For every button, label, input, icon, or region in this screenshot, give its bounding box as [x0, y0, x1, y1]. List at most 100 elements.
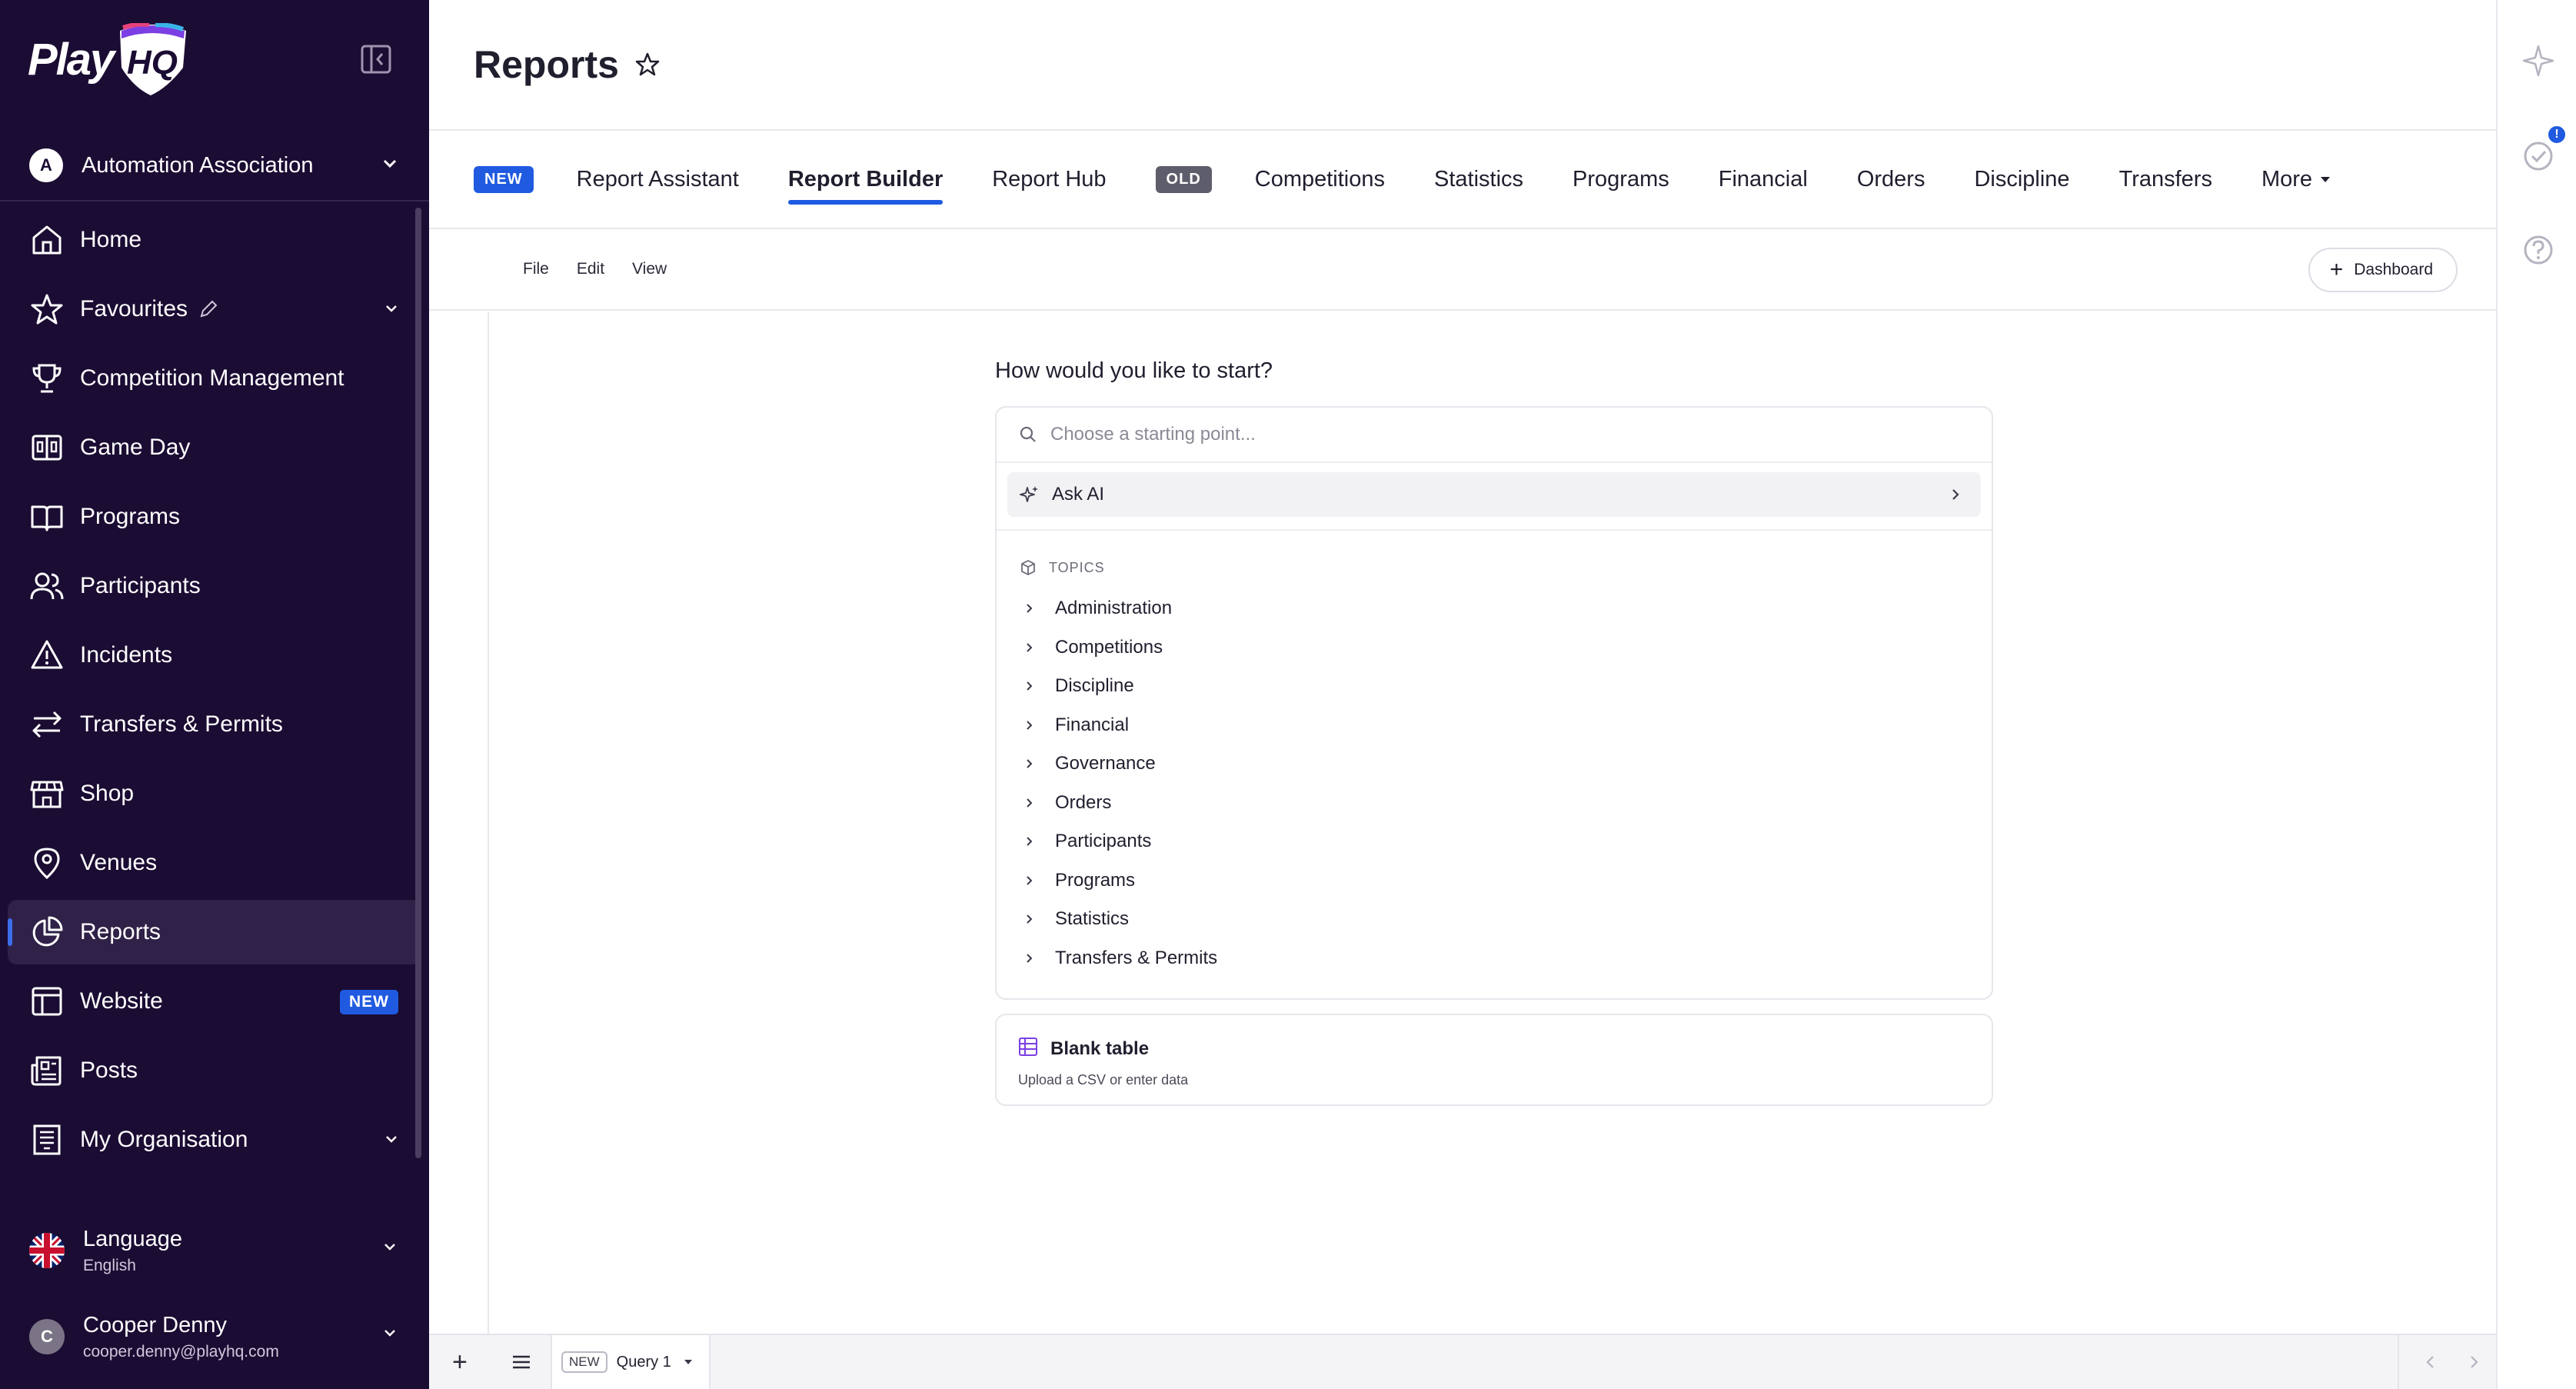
sidebar-item-label: Posts [80, 1058, 138, 1083]
tab-scroll-controls [2398, 1335, 2496, 1389]
avatar: C [29, 1319, 65, 1354]
view-menu[interactable]: View [632, 260, 667, 278]
tab-report-builder[interactable]: Report Builder [787, 159, 944, 205]
building-icon [33, 1124, 61, 1155]
add-query-icon[interactable]: + [452, 1349, 468, 1375]
starting-point-panel: Ask AI TOPICS Administration Competition… [995, 406, 1993, 1000]
chevron-down-icon [384, 1244, 395, 1251]
search-input[interactable] [1050, 424, 1896, 445]
chevron-right-icon [1027, 954, 1033, 963]
chevron-right-icon[interactable] [2465, 1354, 2482, 1371]
sidebar-item-label: Transfers & Permits [80, 711, 283, 737]
tab-discipline[interactable]: Discipline [1974, 159, 2069, 200]
chevron-left-icon[interactable] [2422, 1354, 2439, 1371]
blank-table-option[interactable]: Blank table Upload a CSV or enter data [995, 1014, 1993, 1106]
sidebar-item-venues[interactable]: Venues [8, 831, 421, 895]
sidebar-item-posts[interactable]: Posts [8, 1038, 421, 1103]
sidebar-item-my-organisation[interactable]: My Organisation [8, 1108, 421, 1172]
tab-statistics[interactable]: Statistics [1434, 159, 1523, 200]
sidebar-item-website[interactable]: Website NEW [8, 969, 421, 1034]
language-selector[interactable]: Language English [0, 1207, 429, 1294]
ai-sparkle-icon[interactable] [2521, 43, 2556, 78]
users-icon [30, 572, 64, 600]
tab-report-hub[interactable]: Report Hub [992, 159, 1106, 200]
svg-text:HQ: HQ [127, 44, 178, 82]
blank-table-subtitle: Upload a CSV or enter data [1018, 1072, 1189, 1088]
topics-heading: TOPICS [997, 552, 1992, 583]
topic-participants[interactable]: Participants [997, 822, 1992, 861]
table-icon [1019, 1038, 1037, 1056]
topic-discipline[interactable]: Discipline [997, 667, 1992, 706]
new-badge: NEW [340, 990, 398, 1014]
sidebar-scrollbar[interactable] [415, 208, 421, 1158]
topic-administration[interactable]: Administration [997, 589, 1992, 628]
page-title: Reports [474, 43, 619, 86]
chevron-right-icon [1027, 643, 1033, 652]
topic-transfers-permits[interactable]: Transfers & Permits [997, 939, 1992, 978]
layout-icon [32, 987, 62, 1016]
sidebar-item-label: Incidents [80, 642, 173, 668]
sidebar-item-label: Game Day [80, 435, 191, 460]
sidebar-item-game-day[interactable]: Game Day [8, 415, 421, 480]
topic-label: Competitions [1055, 636, 1163, 658]
playhq-logo[interactable]: Play HQ [28, 23, 193, 97]
chevron-down-icon[interactable] [381, 298, 401, 318]
sidebar-item-competition-management[interactable]: Competition Management [8, 346, 421, 411]
sidebar-item-programs[interactable]: Programs [8, 485, 421, 549]
topic-label: Governance [1055, 753, 1156, 774]
sparkle-icon [1020, 486, 1038, 502]
topic-governance[interactable]: Governance [997, 744, 1992, 784]
star-icon [31, 294, 63, 325]
sidebar-item-participants[interactable]: Participants [8, 554, 421, 618]
sidebar-item-home[interactable]: Home [8, 208, 421, 272]
scoreboard-icon [32, 435, 62, 461]
edit-menu[interactable]: Edit [577, 260, 604, 278]
tasks-check-icon[interactable] [2521, 138, 2556, 174]
user-menu[interactable]: C Cooper Denny cooper.denny@playhq.com [0, 1294, 429, 1380]
search-icon [1020, 426, 1036, 442]
file-menu[interactable]: File [523, 260, 549, 278]
topic-label: Statistics [1055, 908, 1130, 930]
topic-financial[interactable]: Financial [997, 706, 1992, 745]
ask-ai-option[interactable]: Ask AI [1007, 472, 1981, 517]
sidebar-item-favourites[interactable]: Favourites [8, 277, 421, 341]
help-icon[interactable] [2521, 232, 2556, 268]
chevron-right-icon [1027, 798, 1033, 808]
tab-report-assistant[interactable]: Report Assistant [577, 159, 739, 200]
add-dashboard-button[interactable]: + Dashboard [2308, 248, 2458, 292]
caret-down-icon [2321, 177, 2331, 182]
menu-icon[interactable] [511, 1352, 532, 1372]
favourite-star-icon[interactable] [634, 52, 661, 78]
topic-statistics[interactable]: Statistics [997, 900, 1992, 939]
start-prompt: How would you like to start? [995, 358, 1273, 383]
tab-more[interactable]: More [2261, 159, 2334, 200]
blank-table-title: Blank table [1050, 1038, 1150, 1059]
topic-competitions[interactable]: Competitions [997, 628, 1992, 668]
tab-orders[interactable]: Orders [1857, 159, 1925, 200]
book-icon [31, 505, 63, 531]
org-name: Automation Association [82, 152, 314, 178]
tab-competitions[interactable]: Competitions [1255, 159, 1385, 200]
caret-down-icon[interactable] [682, 1356, 694, 1368]
collapse-sidebar-icon[interactable] [360, 43, 392, 75]
tab-transfers[interactable]: Transfers [2119, 159, 2212, 200]
topic-orders[interactable]: Orders [997, 784, 1992, 823]
sidebar-item-transfers-permits[interactable]: Transfers & Permits [8, 692, 421, 757]
chevron-down-icon[interactable] [381, 1129, 401, 1149]
sidebar-item-shop[interactable]: Shop [8, 761, 421, 826]
topic-label: Orders [1055, 791, 1112, 813]
sidebar-item-reports[interactable]: Reports [8, 900, 421, 964]
chevron-right-icon [1027, 914, 1033, 924]
store-icon [30, 781, 64, 808]
pencil-icon[interactable] [198, 299, 218, 319]
topic-programs[interactable]: Programs [997, 861, 1992, 901]
tab-programs[interactable]: Programs [1573, 159, 1669, 200]
organisation-switcher[interactable]: A Automation Association [0, 131, 429, 202]
topic-label: Transfers & Permits [1055, 947, 1218, 968]
query-tab[interactable]: NEW Query 1 [551, 1335, 711, 1389]
sidebar-item-label: Home [80, 227, 142, 252]
sidebar-item-incidents[interactable]: Incidents [8, 623, 421, 688]
tasks-badge: ! [2547, 125, 2567, 145]
tab-financial[interactable]: Financial [1719, 159, 1808, 200]
sidebar-item-label: My Organisation [80, 1127, 248, 1152]
